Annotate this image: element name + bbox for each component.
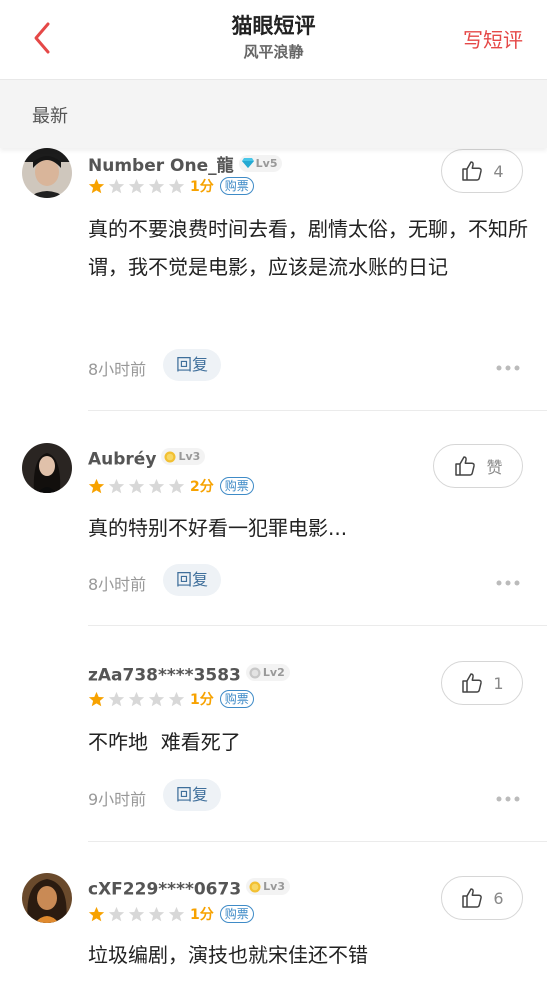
- score: 1分: [190, 179, 214, 195]
- avatar[interactable]: [22, 148, 72, 198]
- like-button[interactable]: 1: [441, 661, 523, 705]
- thumbs-up-icon: [455, 456, 476, 476]
- comment-time: 8小时前: [88, 575, 147, 594]
- rating-row: 1分 购票: [88, 176, 254, 196]
- like-count: 赞: [486, 458, 503, 477]
- comment-text: 真的特别不好看一犯罪电影...: [88, 516, 348, 540]
- star-empty-icon: [108, 691, 125, 706]
- star-empty-icon: [168, 478, 185, 493]
- star-empty-icon: [148, 691, 165, 706]
- avatar[interactable]: [22, 443, 72, 493]
- star-empty-icon: [108, 478, 125, 493]
- like-count: 4: [493, 161, 504, 181]
- more-options-icon[interactable]: [495, 795, 521, 803]
- level-badge: Lv2: [245, 664, 290, 681]
- level-text: Lv3: [263, 880, 286, 893]
- comment-text: 真的不要浪费时间去看，剧情太俗，无聊，不知所谓，我不觉是电影，应该是流水账的日记: [88, 217, 528, 279]
- write-review-button[interactable]: 写短评: [463, 24, 523, 53]
- purchase-tag: 购票: [219, 477, 254, 495]
- comment-time: 8小时前: [88, 360, 147, 379]
- star-empty-icon: [108, 178, 125, 193]
- comment-text: 不咋地 难看死了: [88, 730, 241, 754]
- avatar[interactable]: [22, 873, 72, 923]
- divider: [88, 410, 547, 411]
- score: 2分: [190, 479, 214, 495]
- diamond-icon: [241, 158, 254, 168]
- star-empty-icon: [168, 691, 185, 706]
- star-empty-icon: [168, 178, 185, 193]
- level-badge: Lv3: [161, 448, 206, 465]
- star-empty-icon: [128, 906, 145, 921]
- reply-button[interactable]: 回复: [163, 779, 221, 811]
- star-empty-icon: [128, 478, 145, 493]
- reply-button[interactable]: 回复: [163, 564, 221, 596]
- star-filled-icon: [88, 178, 105, 193]
- level-badge: Lv5: [238, 154, 283, 172]
- gold-coin-icon: [164, 451, 176, 462]
- rating-row: 2分 购票: [88, 476, 254, 496]
- score: 1分: [190, 907, 214, 923]
- rating-row: 1分 购票: [88, 689, 254, 709]
- username[interactable]: zAa738****3583 Lv2: [88, 664, 290, 686]
- level-text: Lv2: [262, 666, 285, 679]
- like-button[interactable]: 6: [441, 876, 523, 920]
- filter-bar: 最新: [0, 80, 547, 148]
- silver-coin-icon: [249, 667, 261, 678]
- star-empty-icon: [148, 906, 165, 921]
- star-empty-icon: [128, 691, 145, 706]
- thumbs-up-icon: [462, 161, 483, 181]
- level-text: Lv3: [178, 450, 201, 463]
- reply-button[interactable]: 回复: [163, 349, 221, 381]
- gold-coin-icon: [249, 881, 261, 892]
- username[interactable]: cXF229****0673 Lv3: [88, 878, 291, 900]
- comment-text: 垃圾编剧，演技也就宋佳还不错: [88, 943, 368, 967]
- username-text: Number One_龍: [88, 156, 234, 176]
- more-options-icon[interactable]: [495, 364, 521, 372]
- username-text: cXF229****0673: [88, 879, 242, 900]
- username[interactable]: Aubréy Lv3: [88, 448, 206, 470]
- level-badge: Lv3: [246, 878, 291, 895]
- purchase-tag: 购票: [219, 177, 254, 195]
- star-empty-icon: [168, 906, 185, 921]
- like-count: 1: [493, 673, 504, 693]
- divider: [88, 625, 547, 626]
- star-filled-icon: [88, 478, 105, 493]
- username-text: Aubréy: [88, 449, 157, 470]
- star-empty-icon: [148, 178, 165, 193]
- score: 1分: [190, 692, 214, 708]
- star-empty-icon: [128, 178, 145, 193]
- star-empty-icon: [148, 478, 165, 493]
- rating-row: 1分 购票: [88, 904, 254, 924]
- thumbs-up-icon: [462, 673, 483, 693]
- divider: [88, 841, 547, 842]
- thumbs-up-icon: [462, 888, 483, 908]
- comment-time: 9小时前: [88, 790, 147, 809]
- username-text: zAa738****3583: [88, 665, 241, 686]
- like-count: 6: [493, 888, 504, 908]
- purchase-tag: 购票: [219, 690, 254, 708]
- header-bar: 猫眼短评 风平浪静 写短评: [0, 0, 547, 80]
- more-options-icon[interactable]: [495, 579, 521, 587]
- star-empty-icon: [108, 906, 125, 921]
- like-button[interactable]: 4: [441, 149, 523, 193]
- purchase-tag: 购票: [219, 905, 254, 923]
- star-filled-icon: [88, 906, 105, 921]
- filter-latest-tab[interactable]: 最新: [32, 102, 68, 128]
- level-text: Lv5: [255, 156, 278, 170]
- like-button[interactable]: 赞: [433, 444, 523, 488]
- username[interactable]: Number One_龍 Lv5: [88, 151, 283, 176]
- star-filled-icon: [88, 691, 105, 706]
